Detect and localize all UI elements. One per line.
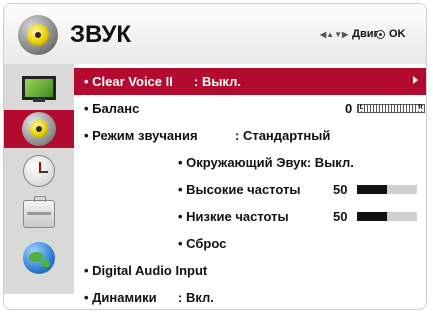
tv-icon [22, 76, 56, 102]
ok-hint-label: OK [389, 28, 406, 40]
sound-mode-label: • Режим звучания [84, 128, 198, 143]
menu-item-speakers[interactable]: • Динамики : Вкл. [74, 284, 426, 309]
sound-mode-value: : Стандартный [235, 128, 331, 143]
treble-level [357, 185, 387, 194]
menu-item-reset[interactable]: • Сброс [74, 230, 426, 257]
menu-item-digital-audio-input[interactable]: • Digital Audio Input [74, 257, 426, 284]
bass-label: • Низкие частоты [178, 209, 289, 224]
menu-header: ЗВУК ◀▲▼▶ Двиг OK [4, 4, 426, 64]
surround-label: • Окружающий Эвук: Выкл. [178, 155, 354, 170]
balance-slider[interactable]: L R [357, 104, 425, 113]
balance-value: 0 [345, 101, 353, 116]
bass-slider[interactable] [357, 212, 417, 221]
move-arrows-icon: ◀▲▼▶ [320, 29, 349, 39]
ok-hint: OK [376, 28, 406, 40]
clear-voice-value: : Выкл. [194, 74, 241, 89]
menu-item-sound-mode[interactable]: • Режим звучания : Стандартный [74, 122, 426, 149]
balance-right-label: R [418, 105, 423, 111]
sidebar-item-options[interactable] [4, 195, 74, 233]
globe-icon [23, 242, 55, 274]
balance-left-label: L [359, 105, 364, 111]
briefcase-icon [23, 196, 55, 228]
sidebar-item-picture[interactable] [4, 68, 74, 106]
menu-item-treble[interactable]: • Высокие частоты 50 [74, 176, 426, 203]
category-sidebar [4, 64, 74, 294]
sidebar-item-sound[interactable] [4, 110, 74, 148]
menu-item-clear-voice[interactable]: • Clear Voice II : Выкл. [74, 68, 426, 95]
speaker-icon [22, 112, 56, 146]
speakers-label: • Динамики [84, 290, 157, 305]
balance-label: • Баланс [84, 101, 140, 116]
sidebar-item-time[interactable] [4, 152, 74, 190]
submenu-arrow-icon [413, 76, 418, 84]
clock-icon [23, 155, 55, 187]
bass-value: 50 [333, 209, 348, 224]
menu-item-surround[interactable]: • Окружающий Эвук: Выкл. [74, 149, 426, 176]
bass-level [357, 212, 387, 221]
navigation-hint: ◀▲▼▶ Двиг [320, 28, 378, 40]
sound-settings-list: • Clear Voice II : Выкл. • Баланс 0 L R … [74, 64, 426, 309]
speaker-icon [18, 15, 58, 55]
menu-item-bass[interactable]: • Низкие частоты 50 [74, 203, 426, 230]
sidebar-item-network[interactable] [4, 239, 74, 277]
treble-label: • Высокие частоты [178, 182, 301, 197]
sound-menu-window: ЗВУК ◀▲▼▶ Двиг OK • Clear Voice II : Вык… [3, 3, 427, 310]
reset-label: • Сброс [178, 236, 227, 251]
treble-value: 50 [333, 182, 348, 197]
ok-button-icon [376, 29, 385, 39]
clear-voice-label: • Clear Voice II [84, 74, 173, 89]
speakers-value: : Вкл. [178, 290, 214, 305]
treble-slider[interactable] [357, 185, 417, 194]
menu-item-balance[interactable]: • Баланс 0 L R [74, 95, 426, 122]
digital-audio-label: • Digital Audio Input [84, 263, 208, 278]
page-title: ЗВУК [70, 21, 132, 48]
navigation-hint-label: Двиг [352, 28, 379, 40]
